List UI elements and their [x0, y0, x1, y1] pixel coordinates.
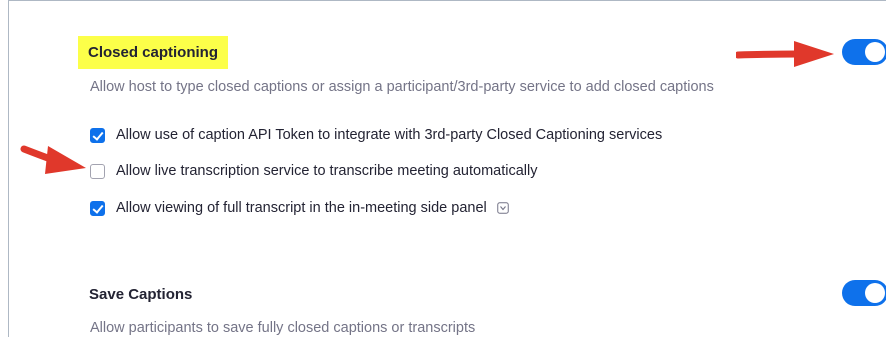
closed-captioning-description: Allow host to type closed captions or as… [90, 79, 714, 95]
checkbox-caption-api-token[interactable] [90, 127, 105, 143]
save-captions-description: Allow participants to save fully closed … [90, 320, 476, 336]
option-label: Allow live transcription service to tran… [116, 163, 538, 179]
red-arrow-icon [736, 41, 834, 67]
checkbox-full-transcript[interactable] [90, 200, 105, 216]
red-arrow-icon [20, 145, 86, 174]
option-full-transcript[interactable]: Allow viewing of full transcript in the … [90, 199, 509, 217]
closed-captioning-title: Closed captioning [78, 36, 229, 69]
option-label: Allow use of caption API Token to integr… [116, 127, 663, 143]
toggle-knob [865, 42, 885, 62]
toggle-knob [865, 283, 885, 303]
save-captions-toggle[interactable] [842, 280, 886, 306]
option-caption-api-token[interactable]: Allow use of caption API Token to integr… [90, 126, 662, 144]
option-label: Allow viewing of full transcript in the … [116, 200, 487, 216]
info-icon[interactable] [497, 202, 509, 214]
option-live-transcription[interactable]: Allow live transcription service to tran… [90, 162, 537, 180]
closed-captioning-toggle[interactable] [842, 39, 886, 65]
checkbox-live-transcription[interactable] [90, 163, 105, 179]
closed-captioning-title-highlight: Closed captioning [78, 36, 229, 69]
save-captions-title: Save Captions [89, 286, 193, 303]
